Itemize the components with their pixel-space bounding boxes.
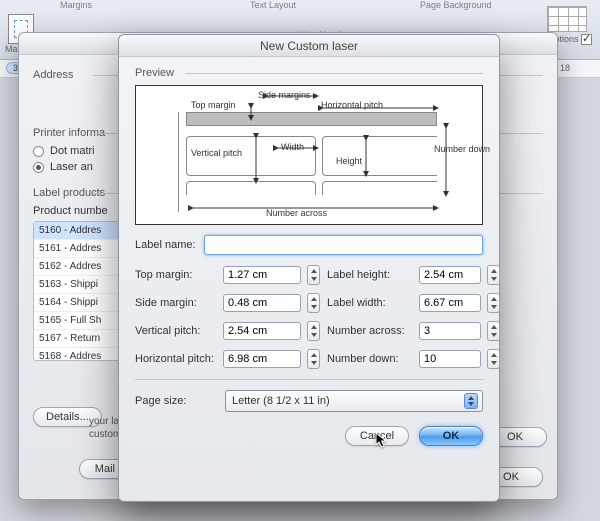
- ok-button[interactable]: OK: [419, 426, 483, 446]
- top-margin-stepper[interactable]: [307, 265, 320, 285]
- vertical-pitch-input[interactable]: [223, 322, 301, 340]
- side-margin-stepper[interactable]: [307, 293, 320, 313]
- label-name-label: Label name:: [135, 239, 196, 251]
- label-height-input[interactable]: [419, 266, 481, 284]
- label-width-label: Label width:: [327, 297, 413, 309]
- custom-titlebar: New Custom laser: [119, 35, 499, 57]
- radio-dot-matrix-label: Dot matri: [50, 145, 95, 157]
- label-width-stepper[interactable]: [487, 293, 500, 313]
- number-across-stepper[interactable]: [487, 321, 500, 341]
- options-check[interactable]: [581, 34, 592, 45]
- ribbon-group-pagebg: Page Background: [420, 0, 492, 10]
- side-margin-label: Side margin:: [135, 297, 217, 309]
- number-down-stepper[interactable]: [487, 349, 500, 369]
- vertical-pitch-label: Vertical pitch:: [135, 325, 217, 337]
- number-across-label: Number across:: [327, 325, 413, 337]
- label-width-input[interactable]: [419, 294, 481, 312]
- preview-section: Preview: [135, 67, 483, 79]
- number-down-label: Number down:: [327, 353, 413, 365]
- page-size-label: Page size:: [135, 395, 217, 407]
- options-grid-icon[interactable]: [547, 6, 587, 32]
- ribbon-group-margins: Margins: [60, 0, 92, 10]
- new-custom-laser-dialog: New Custom laser Preview Top margin Side…: [118, 34, 500, 502]
- radio-laser[interactable]: [33, 162, 44, 173]
- label-preview-diagram: Top margin Side margins Horizontal pitch…: [135, 85, 483, 225]
- horizontal-pitch-stepper[interactable]: [307, 349, 320, 369]
- side-margin-input[interactable]: [223, 294, 301, 312]
- vertical-pitch-stepper[interactable]: [307, 321, 320, 341]
- label-name-input[interactable]: [204, 235, 483, 255]
- radio-laser-label: Laser an: [50, 161, 93, 173]
- number-down-input[interactable]: [419, 350, 481, 368]
- cancel-button[interactable]: Cancel: [345, 426, 409, 446]
- horizontal-pitch-input[interactable]: [223, 350, 301, 368]
- horizontal-pitch-label: Horizontal pitch:: [135, 353, 217, 365]
- top-margin-input[interactable]: [223, 266, 301, 284]
- ruler-marker: 18: [560, 63, 570, 73]
- page-size-select[interactable]: Letter (8 1/2 x 11 in): [225, 390, 483, 412]
- label-height-label: Label height:: [327, 269, 413, 281]
- ribbon-group-textlayout: Text Layout: [250, 0, 296, 10]
- label-height-stepper[interactable]: [487, 265, 500, 285]
- select-arrows-icon: [464, 393, 478, 409]
- top-margin-label: Top margin:: [135, 269, 217, 281]
- custom-label-text: your la custom: [89, 415, 121, 441]
- diagram-arrows: [136, 86, 482, 224]
- radio-dot-matrix[interactable]: [33, 146, 44, 157]
- page-size-value: Letter (8 1/2 x 11 in): [232, 395, 330, 407]
- number-across-input[interactable]: [419, 322, 481, 340]
